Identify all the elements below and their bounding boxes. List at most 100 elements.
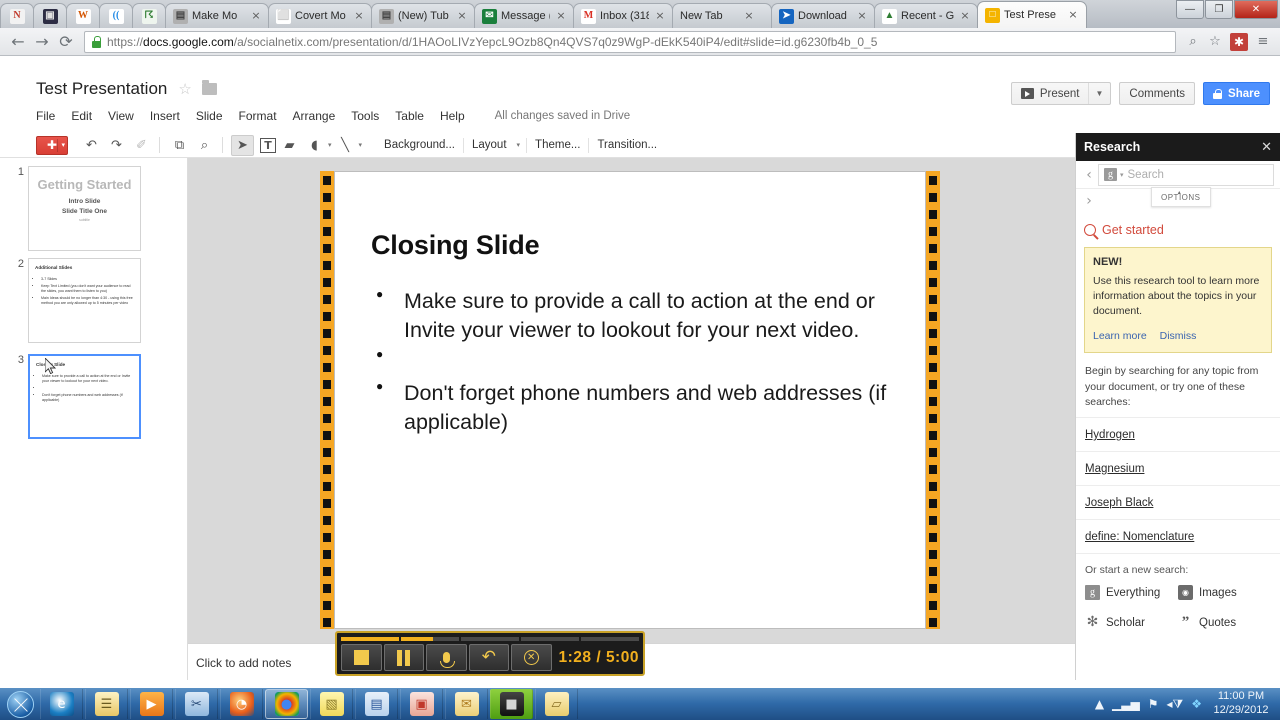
pinned-tab-4[interactable]: (( [99,3,133,28]
select-tool-icon[interactable]: ➤ [231,134,254,156]
taskbar-item-snipping-tool[interactable]: ✂ [175,689,218,719]
menu-item-format[interactable]: Format [239,109,277,123]
chevron-left-icon[interactable]: ‹ [1080,167,1098,183]
transition-button[interactable]: Transition... [589,139,665,151]
browser-tab[interactable]: ✉ Message (× [474,3,574,28]
background-button[interactable]: Background... [376,139,463,151]
browser-tab[interactable]: ▤ (New) Tub × [371,3,475,28]
slide-title[interactable]: Closing Slide [371,230,540,261]
bookmark-star-icon[interactable]: ☆ [1204,31,1226,53]
search-type-images[interactable]: ◉ Images [1178,580,1271,605]
textbox-icon[interactable]: T [260,137,276,153]
slide-editor[interactable]: Closing Slide Make sure to provide a cal… [320,171,940,629]
volume-icon[interactable]: ◂⧩ [1167,697,1184,712]
research-suggestion[interactable]: define: Nomenclature [1076,519,1280,553]
maximize-button[interactable]: ❐ [1205,0,1233,19]
folder-icon[interactable] [201,80,217,95]
browser-tab[interactable]: New Tab × [672,3,772,28]
comments-button[interactable]: Comments [1119,82,1196,105]
slide-body[interactable]: Make sure to provide a call to action at… [373,286,897,439]
undo-icon[interactable]: ↶ [80,135,103,156]
start-button[interactable] [0,689,40,719]
taskbar-item-chrome[interactable]: ● [265,689,308,719]
pinned-tab-5[interactable]: ☈ [132,3,166,28]
shape-icon[interactable]: ◖ [303,135,326,156]
menu-item-insert[interactable]: Insert [150,109,180,123]
research-suggestion[interactable]: Joseph Black [1076,485,1280,519]
extension-icon[interactable]: ✱ [1230,32,1248,51]
menu-item-view[interactable]: View [108,109,134,123]
get-started-row[interactable]: Get started [1076,213,1280,245]
menu-item-table[interactable]: Table [395,109,424,123]
taskbar-item-media-player[interactable]: ▶ [130,689,173,719]
undo-recording-button[interactable]: ↶ [468,644,509,671]
research-suggestion[interactable]: Hydrogen [1076,417,1280,451]
research-suggestion[interactable]: Magnesium [1076,451,1280,485]
taskbar-item-powerpoint[interactable]: ▣ [400,689,443,719]
taskbar-item-folder[interactable]: ▱ [535,689,578,719]
taskbar-item-internet-explorer[interactable]: e [40,689,83,719]
taskbar-item-sticky-notes[interactable]: ▧ [310,689,353,719]
filmstrip-slide-1[interactable]: 1 Getting Started Intro Slide Slide Title O… [10,166,141,251]
microphone-button[interactable] [426,644,467,671]
close-icon[interactable]: ✕ [1261,139,1272,155]
menu-item-slide[interactable]: Slide [196,109,223,123]
star-icon[interactable]: ☆ [178,80,191,98]
slide-filmstrip[interactable]: 1 Getting Started Intro Slide Slide Title O… [0,158,188,680]
fit-to-window-icon[interactable]: ⧉ [168,135,191,156]
action-center-icon[interactable]: ⚑ [1148,697,1159,711]
close-icon[interactable]: × [1067,9,1079,21]
filmstrip-slide-2[interactable]: 2 Additional Slides 3-7 Slides Keep Text Li… [10,258,141,343]
chevron-down-icon[interactable]: ▾ [1120,171,1124,179]
research-suggestion-link[interactable]: Magnesium [1085,463,1144,475]
taskbar-item-outlook[interactable]: ✉ [445,689,488,719]
notes-placeholder[interactable]: Click to add notes [196,656,291,670]
security-icon[interactable]: ❖ [1191,697,1202,711]
stop-recording-button[interactable] [341,644,382,671]
new-slide-button[interactable]: ✚ ▾ [36,135,68,155]
dismiss-link[interactable]: Dismiss [1160,330,1197,342]
research-search-input[interactable]: g ▾ Search [1098,163,1274,186]
network-icon[interactable]: ▁▃▅ [1112,697,1140,711]
browser-tab[interactable]: ⬜ Covert Mo × [268,3,372,28]
cancel-recording-button[interactable]: ✕ [511,644,552,671]
learn-more-link[interactable]: Learn more [1093,330,1147,342]
paint-format-icon[interactable]: ✐ [130,135,153,156]
pause-recording-button[interactable] [383,644,424,671]
close-icon[interactable]: × [856,10,868,22]
screen-recorder-toolbar[interactable]: ↶ ✕ 1:28 / 5:00 [335,631,645,676]
zoom-icon[interactable]: ⌕ [193,135,216,156]
redo-icon[interactable]: ↷ [105,135,128,156]
image-icon[interactable]: ▰ [278,135,301,156]
taskbar-item-word[interactable]: ▤ [355,689,398,719]
pinned-tab-1[interactable]: N [0,3,34,28]
menu-item-help[interactable]: Help [440,109,465,123]
reload-button[interactable]: ⟳ [54,30,78,54]
search-type-quotes[interactable]: ” Quotes [1178,610,1271,635]
chrome-menu-icon[interactable]: ≡ [1252,31,1274,53]
research-suggestion-link[interactable]: Joseph Black [1085,497,1153,509]
search-type-everything[interactable]: g Everything [1085,580,1178,605]
chevron-right-icon[interactable]: › [1080,193,1098,209]
address-bar[interactable]: https:// docs.google.com /a/socialnetix.… [84,30,1176,53]
browser-tab-active[interactable]: □ Test Prese × [977,1,1087,28]
taskbar-item-notepad[interactable]: ☰ [85,689,128,719]
close-icon[interactable]: × [654,10,666,22]
taskbar-item-firefox[interactable]: ◔ [220,689,263,719]
slide-thumbnail[interactable]: Getting Started Intro Slide Slide Title On… [28,166,141,251]
research-suggestion-link[interactable]: define: Nomenclature [1085,531,1194,543]
browser-tab[interactable]: ➤ Download × [771,3,875,28]
chevron-down-icon[interactable]: ▼ [1087,83,1111,104]
close-window-button[interactable]: ✕ [1234,0,1278,19]
back-button[interactable]: ← [6,30,30,54]
forward-button[interactable]: → [30,30,54,54]
filmstrip-slide-3[interactable]: 3Closing SlideMake sure to provide a cal… [10,354,141,439]
browser-tab[interactable]: ▲ Recent - G × [874,3,978,28]
browser-tab[interactable]: ▤ Make Mo × [165,3,269,28]
menu-item-file[interactable]: File [36,109,55,123]
taskbar-item-camtasia-recorder[interactable]: ■ [490,689,533,719]
chevron-down-icon[interactable]: ▾ [517,141,521,149]
clock[interactable]: 11:00 PM 12/29/2012 [1210,690,1272,718]
close-icon[interactable]: × [353,10,365,22]
research-suggestion-link[interactable]: Hydrogen [1085,429,1135,441]
